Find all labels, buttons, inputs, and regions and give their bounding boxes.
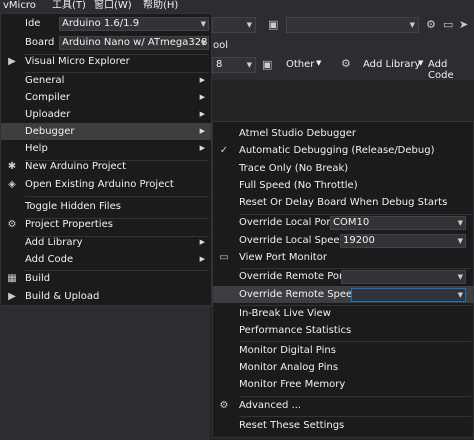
- local-speed-row: Override Local Speed 19200 ▼: [213, 232, 473, 249]
- open-project-icon: ◈: [8, 179, 16, 190]
- automatic-debugging-item[interactable]: ✓ Automatic Debugging (Release/Debug): [213, 142, 473, 159]
- submenu-arrow-icon: ▶: [199, 255, 205, 263]
- window-icon[interactable]: ▣: [262, 58, 272, 71]
- monitor-icon: ▭: [219, 252, 229, 263]
- full-speed-item[interactable]: Full Speed (No Throttle): [213, 177, 473, 194]
- toolbar-add-code[interactable]: Add Code: [428, 59, 474, 81]
- board-row: Board Arduino Nano w/ ATmega328P ▼: [1, 34, 211, 51]
- menu-tools[interactable]: 工具(T): [52, 0, 86, 12]
- performance-statistics-item[interactable]: Performance Statistics: [213, 322, 473, 339]
- gear-icon: ⚙: [7, 219, 17, 230]
- local-speed-select[interactable]: 19200 ▼: [340, 234, 466, 248]
- submenu-arrow-icon: ▶: [199, 238, 205, 246]
- toolbar-add-library[interactable]: Add Library: [363, 59, 421, 70]
- toolbar-other[interactable]: Other: [286, 59, 314, 70]
- debugger-item[interactable]: Debugger ▶: [1, 123, 211, 140]
- add-library-item[interactable]: Add Library ▶: [1, 234, 211, 251]
- folder-icon[interactable]: ▣: [268, 18, 278, 31]
- local-port-row: Override Local Port COM10 ▼: [213, 214, 473, 231]
- separator: [25, 196, 209, 197]
- atmel-debugger-item[interactable]: Atmel Studio Debugger: [213, 125, 473, 142]
- open-project-item[interactable]: ◈ Open Existing Arduino Project: [1, 176, 211, 193]
- tool-icon[interactable]: ⚙: [426, 18, 436, 31]
- menu-vmicro[interactable]: vMicro: [3, 0, 36, 12]
- new-arduino-project-item[interactable]: ✱ New Arduino Project: [1, 158, 211, 175]
- remote-port-row: Override Remote Port ▼: [213, 268, 473, 285]
- project-properties-item[interactable]: ⚙ Project Properties: [1, 216, 211, 233]
- ide-row: Ide Arduino 1.6/1.9 ▼: [1, 15, 211, 32]
- menu-window[interactable]: 窗口(W): [94, 0, 132, 12]
- monitor-icon[interactable]: ▭: [443, 18, 453, 31]
- general-item[interactable]: General ▶: [1, 72, 211, 89]
- monitor-digital-pins-item[interactable]: Monitor Digital Pins: [213, 342, 473, 359]
- play-icon: ▶: [8, 291, 16, 302]
- local-port-select[interactable]: COM10 ▼: [330, 216, 466, 230]
- chevron-down-icon[interactable]: ▼: [316, 59, 321, 67]
- gear-icon: ⚙: [219, 400, 229, 411]
- submenu-arrow-icon: ▶: [199, 93, 205, 101]
- compiler-item[interactable]: Compiler ▶: [1, 89, 211, 106]
- checkmark-icon: ✓: [219, 145, 229, 156]
- vmicro-menu: Ide Arduino 1.6/1.9 ▼ Board Arduino Nano …: [0, 13, 212, 306]
- visual-micro-explorer-item[interactable]: ▶ Visual Micro Explorer: [1, 53, 211, 70]
- explorer-icon: ▶: [8, 56, 16, 67]
- ide-select[interactable]: Arduino 1.6/1.9 ▼: [59, 17, 209, 31]
- submenu-arrow-icon: ▶: [199, 144, 205, 152]
- advanced-item[interactable]: ⚙ Advanced ...: [213, 397, 473, 414]
- toolbar-combo-8[interactable]: 8 ▼: [212, 57, 256, 73]
- reset-delay-item[interactable]: Reset Or Delay Board When Debug Starts: [213, 194, 473, 211]
- add-code-item[interactable]: Add Code ▶: [1, 251, 211, 268]
- chevron-down-icon[interactable]: ▼: [418, 59, 423, 67]
- remote-speed-select[interactable]: ▼: [351, 288, 466, 302]
- board-select[interactable]: Arduino Nano w/ ATmega328P ▼: [59, 36, 209, 50]
- build-icon: ▦: [7, 273, 17, 284]
- ide-label: Ide: [25, 18, 41, 29]
- view-port-monitor-item[interactable]: ▭ View Port Monitor: [213, 249, 473, 266]
- live-view-item[interactable]: In-Break Live View: [213, 305, 473, 322]
- board-label: Board: [25, 37, 55, 48]
- submenu-arrow-icon: ▶: [199, 127, 205, 135]
- uploader-item[interactable]: Uploader ▶: [1, 106, 211, 123]
- gear-icon[interactable]: ⚙: [341, 57, 351, 70]
- remote-speed-row: Override Remote Speed ▼: [213, 286, 473, 303]
- debugger-submenu: Atmel Studio Debugger ✓ Automatic Debugg…: [212, 121, 474, 438]
- submenu-arrow-icon: ▶: [199, 76, 205, 84]
- menu-help[interactable]: 帮助(H): [143, 0, 178, 12]
- remote-port-select[interactable]: ▼: [341, 270, 466, 284]
- toolbar-combo-2[interactable]: ▼: [286, 17, 419, 33]
- toolbar-combo-1[interactable]: ▼: [212, 17, 256, 33]
- menu-bar: vMicro 工具(T) 窗口(W) 帮助(H): [0, 0, 474, 12]
- build-upload-item[interactable]: ▶ Build & Upload: [1, 288, 211, 305]
- toolbar-pool-text: ool: [213, 40, 229, 51]
- toggle-hidden-files-item[interactable]: Toggle Hidden Files: [1, 198, 211, 215]
- reset-settings-item[interactable]: Reset These Settings: [213, 417, 473, 434]
- submenu-arrow-icon: ▶: [199, 110, 205, 118]
- trace-only-item[interactable]: Trace Only (No Break): [213, 160, 473, 177]
- build-item[interactable]: ▦ Build: [1, 270, 211, 287]
- monitor-analog-pins-item[interactable]: Monitor Analog Pins: [213, 359, 473, 376]
- arrow-icon[interactable]: ➤: [459, 18, 468, 31]
- monitor-free-memory-item[interactable]: Monitor Free Memory: [213, 376, 473, 393]
- new-project-icon: ✱: [7, 161, 17, 172]
- help-item[interactable]: Help ▶: [1, 140, 211, 157]
